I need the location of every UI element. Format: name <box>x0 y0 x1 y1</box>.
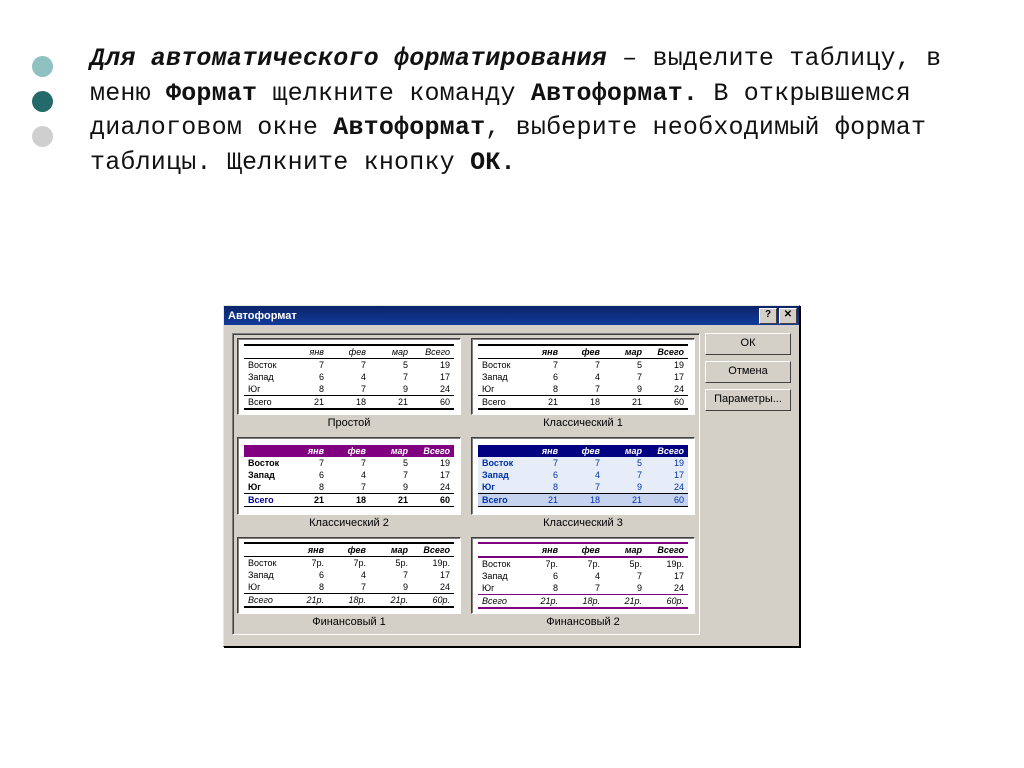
format-caption: Классический 3 <box>471 515 695 531</box>
format-thumbnail[interactable]: янвфевмарВсегоВосток7р.7р.5р.19р.Запад64… <box>471 537 695 614</box>
body-paragraph: Для автоматического форматирования – выд… <box>90 42 970 180</box>
format-preview[interactable]: янвфевмарВсегоВосток77519Запад64717Юг879… <box>471 437 695 530</box>
preview-pane: янвфевмарВсегоВосток77519Запад64717Юг879… <box>232 333 700 635</box>
bullet-dot <box>32 91 53 112</box>
format-preview[interactable]: янвфевмарВсегоВосток7р.7р.5р.19р.Запад64… <box>237 537 461 630</box>
text-run: Для автоматического форматирования <box>90 44 607 73</box>
dialog-titlebar[interactable]: Автоформат ? ✕ <box>224 306 799 325</box>
text-run: Автоформат. <box>531 79 698 108</box>
title-controls: ? ✕ <box>759 308 797 324</box>
dialog-button-column: ОК Отмена Параметры... <box>705 333 791 411</box>
autoformat-dialog: Автоформат ? ✕ янвфевмарВсегоВосток77519… <box>223 305 800 647</box>
dialog-title: Автоформат <box>228 310 297 322</box>
format-thumbnail[interactable]: янвфевмарВсегоВосток77519Запад64717Юг879… <box>471 338 695 415</box>
text-run: ОК. <box>470 148 516 177</box>
slide-bullets <box>32 56 53 161</box>
close-button[interactable]: ✕ <box>779 308 797 324</box>
format-caption: Финансовый 1 <box>237 614 461 630</box>
format-preview[interactable]: янвфевмарВсегоВосток77519Запад64717Юг879… <box>471 338 695 431</box>
help-button[interactable]: ? <box>759 308 777 324</box>
format-caption: Финансовый 2 <box>471 614 695 630</box>
bullet-dot <box>32 56 53 77</box>
format-preview[interactable]: янвфевмарВсегоВосток7р.7р.5р.19р.Запад64… <box>471 537 695 630</box>
format-preview[interactable]: янвфевмарВсегоВосток77519Запад64717Юг879… <box>237 338 461 431</box>
format-thumbnail[interactable]: янвфевмарВсегоВосток77519Запад64717Юг879… <box>237 338 461 415</box>
format-caption: Простой <box>237 415 461 431</box>
format-thumbnail[interactable]: янвфевмарВсегоВосток77519Запад64717Юг879… <box>471 437 695 514</box>
bullet-dot <box>32 126 53 147</box>
text-run: щелкните команду <box>257 79 531 108</box>
dialog-body: янвфевмарВсегоВосток77519Запад64717Юг879… <box>224 325 799 658</box>
format-thumbnail[interactable]: янвфевмарВсегоВосток7р.7р.5р.19р.Запад64… <box>237 537 461 614</box>
text-run: Автоформат <box>333 113 485 142</box>
format-caption: Классический 1 <box>471 415 695 431</box>
ok-button[interactable]: ОК <box>705 333 791 355</box>
text-run: Формат <box>166 79 257 108</box>
cancel-button[interactable]: Отмена <box>705 361 791 383</box>
params-button[interactable]: Параметры... <box>705 389 791 411</box>
format-caption: Классический 2 <box>237 515 461 531</box>
format-thumbnail[interactable]: янвфевмарВсегоВосток77519Запад64717Юг879… <box>237 437 461 514</box>
format-preview[interactable]: янвфевмарВсегоВосток77519Запад64717Юг879… <box>237 437 461 530</box>
